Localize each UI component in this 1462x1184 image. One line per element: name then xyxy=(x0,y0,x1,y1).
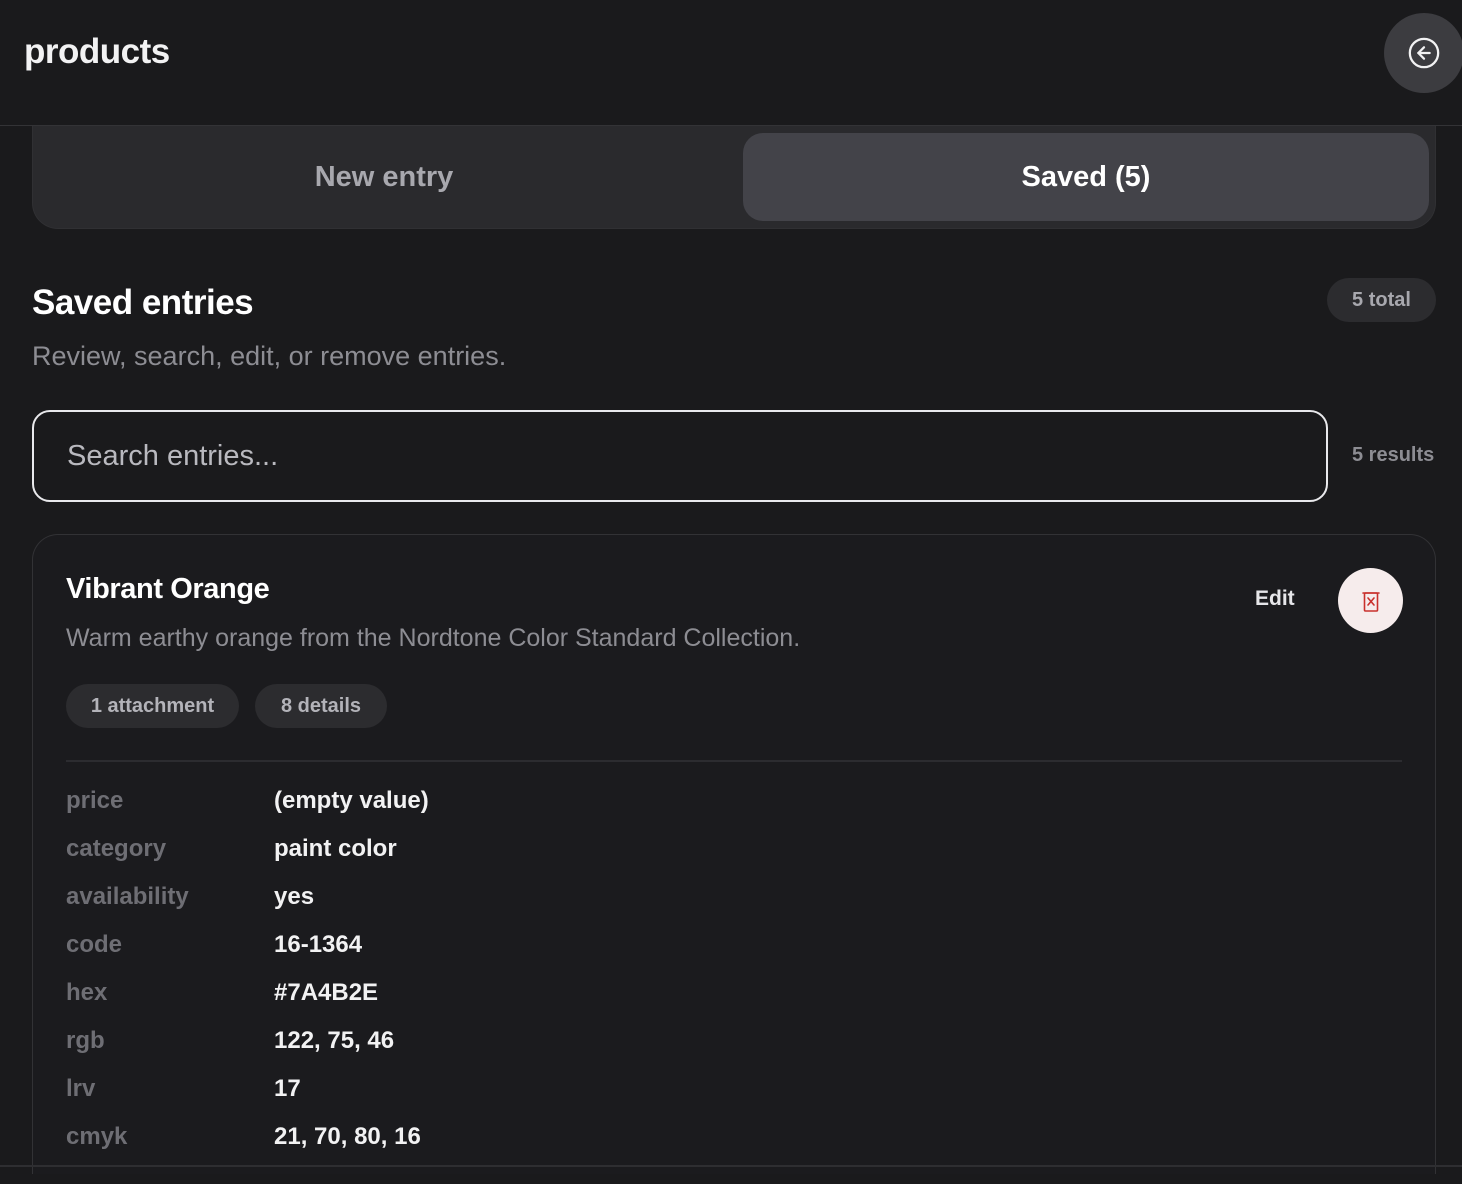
detail-value: 17 xyxy=(274,1075,301,1102)
view-tabs: New entry Saved (5) xyxy=(32,126,1436,229)
entry-card: Vibrant Orange Warm earthy orange from t… xyxy=(32,534,1436,1174)
detail-value: (empty value) xyxy=(274,787,429,814)
results-count: 5 results xyxy=(1352,444,1435,466)
detail-value: #7A4B2E xyxy=(274,979,379,1006)
detail-key: lrv xyxy=(66,1075,96,1102)
search-input[interactable] xyxy=(32,410,1328,502)
detail-row: lrv 17 xyxy=(66,1075,1366,1115)
delete-button[interactable] xyxy=(1338,568,1403,633)
detail-key: price xyxy=(66,787,124,814)
detail-value: paint color xyxy=(274,835,397,862)
back-button[interactable] xyxy=(1384,13,1462,93)
bottom-divider xyxy=(0,1165,1462,1167)
detail-value: 21, 70, 80, 16 xyxy=(274,1123,421,1150)
detail-key: code xyxy=(66,931,123,958)
detail-value: yes xyxy=(274,883,315,910)
detail-row: cmyk 21, 70, 80, 16 xyxy=(66,1123,1366,1163)
page-title: products xyxy=(24,32,170,71)
arrow-left-circle-icon xyxy=(1408,37,1440,69)
total-badge: 5 total xyxy=(1327,278,1436,322)
detail-key: hex xyxy=(66,979,108,1006)
section-subtitle: Review, search, edit, or remove entries. xyxy=(32,341,507,371)
section-title: Saved entries xyxy=(32,283,254,322)
detail-row: hex #7A4B2E xyxy=(66,979,1366,1019)
detail-key: cmyk xyxy=(66,1123,128,1150)
detail-row: code 16-1364 xyxy=(66,931,1366,971)
attachment-count-pill: 1 attachment xyxy=(66,684,239,728)
tab-new-entry[interactable]: New entry xyxy=(33,133,735,221)
edit-button[interactable]: Edit xyxy=(1255,587,1295,611)
tab-saved[interactable]: Saved (5) xyxy=(743,133,1429,221)
trash-icon xyxy=(1361,591,1380,612)
detail-value: 122, 75, 46 xyxy=(274,1027,395,1054)
detail-row: category paint color xyxy=(66,835,1366,875)
entry-description: Warm earthy orange from the Nordtone Col… xyxy=(66,624,801,652)
details-count-pill: 8 details xyxy=(255,684,387,728)
detail-row: availability yes xyxy=(66,883,1366,923)
top-bar: products xyxy=(0,0,1462,126)
detail-value: 16-1364 xyxy=(274,931,363,958)
detail-row: price (empty value) xyxy=(66,787,1366,827)
detail-key: category xyxy=(66,835,167,862)
detail-key: rgb xyxy=(66,1027,105,1054)
detail-key: availability xyxy=(66,883,189,910)
detail-row: rgb 122, 75, 46 xyxy=(66,1027,1366,1067)
entry-title: Vibrant Orange xyxy=(66,573,270,605)
divider xyxy=(66,760,1402,762)
